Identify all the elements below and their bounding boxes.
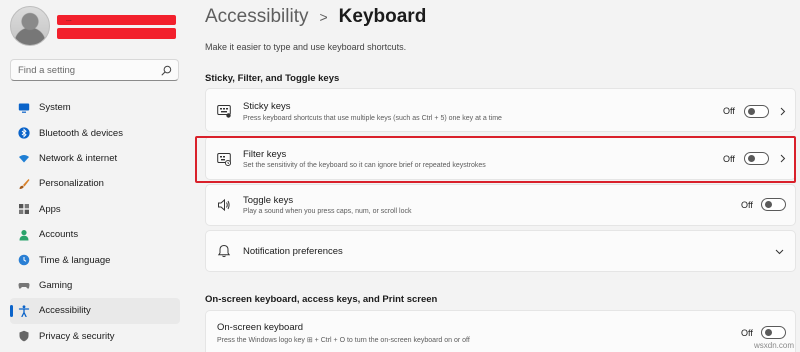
breadcrumb-separator: > xyxy=(319,9,328,25)
user-profile[interactable]: ... xyxy=(10,6,190,48)
sticky-keys-description: Press keyboard shortcuts that use multip… xyxy=(243,115,502,122)
speaker-icon xyxy=(217,198,231,212)
sidebar-item-apps[interactable]: Apps xyxy=(10,197,180,222)
onscreen-keyboard-title: On-screen keyboard xyxy=(217,322,304,333)
sidebar-item-label: Apps xyxy=(39,203,61,215)
profile-name-fragment: ... xyxy=(66,16,72,23)
sidebar-item-time-language[interactable]: Time & language xyxy=(10,247,180,272)
sidebar-item-label: Personalization xyxy=(39,178,104,190)
onscreen-keyboard-card[interactable]: On-screen keyboard Press the Windows log… xyxy=(205,310,796,352)
search-input[interactable]: Find a setting xyxy=(10,59,179,81)
monitor-icon xyxy=(17,101,30,114)
sidebar-item-personalization[interactable]: Personalization xyxy=(10,171,180,196)
highlight-box xyxy=(195,136,796,183)
sticky-keys-toggle[interactable] xyxy=(744,105,769,118)
sticky-keys-icon xyxy=(217,104,231,118)
breadcrumb: Accessibility > Keyboard xyxy=(205,6,426,28)
sidebar-item-system[interactable]: System xyxy=(10,95,180,120)
sidebar-item-label: Accessibility xyxy=(39,305,91,317)
search-icon[interactable] xyxy=(161,65,172,76)
toggle-keys-toggle[interactable] xyxy=(761,198,786,211)
sidebar-item-label: Privacy & security xyxy=(39,330,115,342)
sticky-keys-state: Off xyxy=(723,106,735,116)
redacted-name xyxy=(57,15,176,25)
onscreen-keyboard-toggle[interactable] xyxy=(761,326,786,339)
sidebar-item-label: Time & language xyxy=(39,254,111,266)
sidebar-item-label: Accounts xyxy=(39,229,79,241)
toggle-keys-card[interactable]: Toggle keys Play a sound when you press … xyxy=(205,184,796,226)
toggle-keys-description: Play a sound when you press caps, num, o… xyxy=(243,208,412,215)
sidebar-item-privacy[interactable]: Privacy & security xyxy=(10,324,180,349)
chevron-down-icon[interactable] xyxy=(775,247,784,256)
sidebar-item-label: Gaming xyxy=(39,279,73,291)
wifi-icon xyxy=(17,152,30,165)
sidebar-item-label: Network & internet xyxy=(39,152,118,164)
sidebar-item-network[interactable]: Network & internet xyxy=(10,146,180,171)
avatar[interactable] xyxy=(10,6,50,46)
bell-icon xyxy=(217,244,231,258)
brush-icon xyxy=(17,177,30,190)
breadcrumb-parent[interactable]: Accessibility xyxy=(205,6,308,28)
sidebar-nav: System Bluetooth & devices Network & int… xyxy=(10,95,180,349)
sticky-keys-card[interactable]: Sticky keys Press keyboard shortcuts tha… xyxy=(205,88,796,132)
apps-icon xyxy=(17,203,30,216)
section-heading-onscreen: On-screen keyboard, access keys, and Pri… xyxy=(205,294,438,305)
sticky-keys-title: Sticky keys xyxy=(243,101,291,112)
notification-preferences-card[interactable]: Notification preferences xyxy=(205,230,796,272)
sidebar-item-bluetooth[interactable]: Bluetooth & devices xyxy=(10,120,180,145)
onscreen-keyboard-description: Press the Windows logo key ⊞ + Ctrl + O … xyxy=(217,337,470,344)
toggle-keys-title: Toggle keys xyxy=(243,195,294,206)
person-icon xyxy=(17,228,30,241)
sidebar-item-label: System xyxy=(39,102,71,114)
sidebar-item-accounts[interactable]: Accounts xyxy=(10,222,180,247)
gamepad-icon xyxy=(17,279,30,292)
globe-clock-icon xyxy=(17,254,30,267)
shield-icon xyxy=(17,330,30,343)
watermark: wsxdn.com xyxy=(753,341,794,350)
section-heading-keys: Sticky, Filter, and Toggle keys xyxy=(205,73,340,84)
sidebar-item-label: Bluetooth & devices xyxy=(39,127,123,139)
notification-preferences-title: Notification preferences xyxy=(243,246,343,257)
onscreen-keyboard-state: Off xyxy=(741,328,753,338)
sidebar-item-accessibility[interactable]: Accessibility xyxy=(10,298,180,324)
page-title: Keyboard xyxy=(338,6,427,27)
accessibility-icon xyxy=(17,304,30,317)
bluetooth-icon xyxy=(17,127,30,140)
chevron-right-icon[interactable] xyxy=(778,107,787,116)
redacted-email xyxy=(57,28,176,39)
sidebar-item-gaming[interactable]: Gaming xyxy=(10,273,180,298)
sidebar: ... Find a setting System Bluetooth & de… xyxy=(0,0,190,352)
page-subtitle: Make it easier to type and use keyboard … xyxy=(205,42,407,52)
settings-window: ... Find a setting System Bluetooth & de… xyxy=(0,0,800,352)
search-placeholder: Find a setting xyxy=(18,65,76,76)
toggle-keys-state: Off xyxy=(741,200,753,210)
